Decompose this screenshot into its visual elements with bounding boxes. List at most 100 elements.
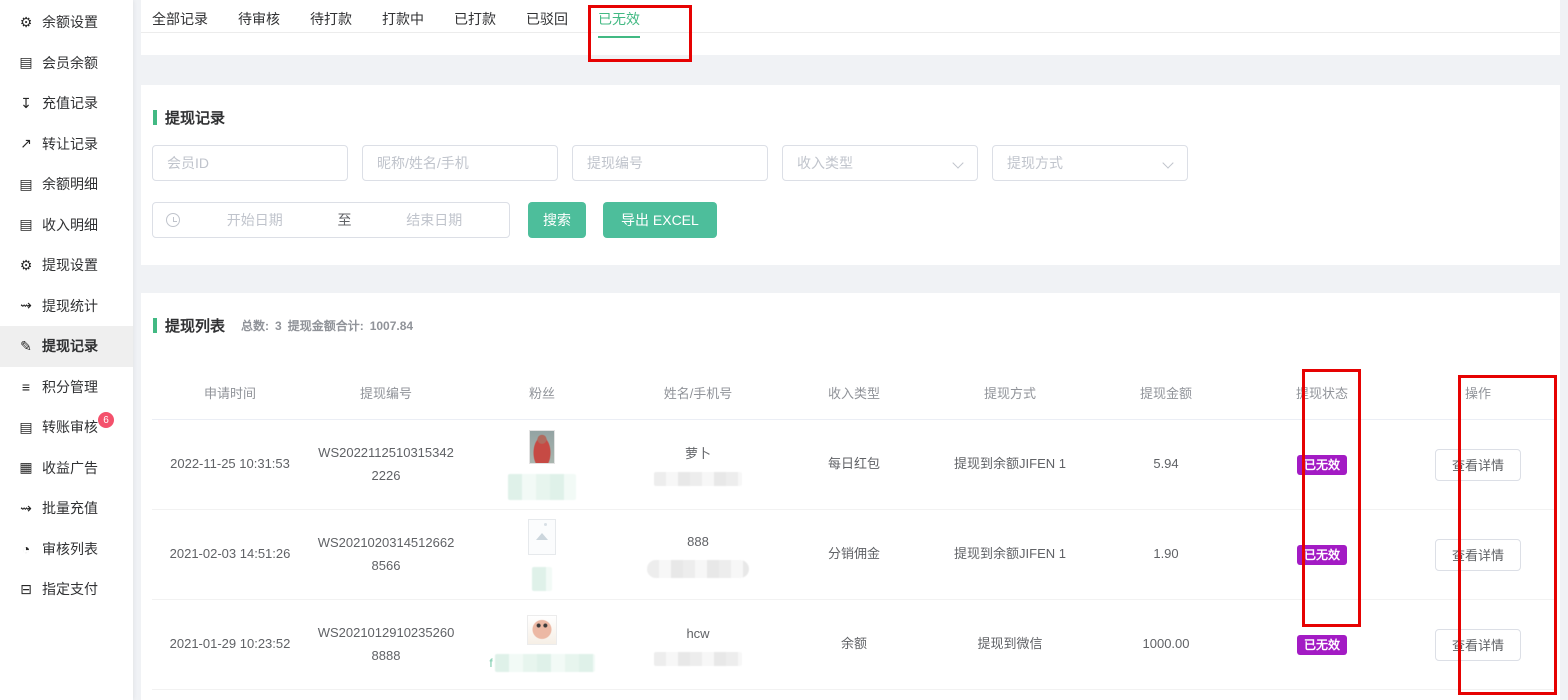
tab-rejected[interactable]: 已驳回 [526, 9, 568, 38]
cell-name-phone: 萝卜 [620, 443, 776, 486]
sidebar-item-transfer-review[interactable]: ▤转账审核6 [0, 407, 133, 448]
image-icon: ▦ [17, 459, 35, 476]
sidebar-item-label: 转让记录 [42, 134, 98, 154]
column-header: 提现金额 [1088, 383, 1244, 402]
column-header: 提现编号 [308, 383, 464, 402]
filter-row: 收入类型 提现方式 [152, 145, 1188, 181]
nickname-prefix: f [489, 653, 492, 673]
withdraw-no-line1: WS2022112510315342 [318, 442, 454, 464]
section-title-text: 提现列表 [165, 315, 225, 336]
cell-name-phone: 888 [620, 531, 776, 578]
chevron-down-icon [952, 157, 963, 168]
document-icon: ▤ [17, 176, 35, 193]
tab-invalid[interactable]: 已无效 [598, 9, 640, 38]
sidebar-item-label: 充值记录 [42, 93, 98, 113]
chart-line-icon: ⇝ [17, 500, 35, 517]
sidebar-item-revenue-ads[interactable]: ▦收益广告 [0, 448, 133, 489]
cell-income-type: 分销佣金 [776, 543, 932, 565]
sidebar-item-designated-payment[interactable]: ⊟指定支付 [0, 569, 133, 610]
sidebar-item-recharge-records[interactable]: ↧充值记录 [0, 83, 133, 124]
external-link-icon: ↗ [17, 135, 35, 152]
chart-line-icon: ⇝ [17, 297, 35, 314]
withdraw-method-select[interactable]: 提现方式 [992, 145, 1188, 181]
document-icon: ▤ [17, 216, 35, 233]
status-badge: 已无效 [1297, 545, 1347, 565]
sidebar-item-review-list[interactable]: ◔审核列表 [0, 529, 133, 570]
sidebar-item-member-balance[interactable]: ▤会员余额 [0, 43, 133, 84]
cell-amount: 1.90 [1088, 543, 1244, 565]
sidebar-item-label: 余额设置 [42, 12, 98, 32]
cell-apply-time: 2021-01-29 10:23:52 [152, 633, 308, 655]
withdraw-method-select-value: 提现方式 [1007, 153, 1063, 173]
section-title-text: 提现记录 [165, 107, 225, 128]
sidebar-item-balance-details[interactable]: ▤余额明细 [0, 164, 133, 205]
table-row: 2021-01-29 10:23:52 WS2021012910235260 8… [152, 600, 1556, 690]
tab-pending-payment[interactable]: 待打款 [310, 9, 352, 38]
withdraw-no-line2: 8888 [372, 645, 401, 667]
cell-method: 提现到微信 [932, 633, 1088, 655]
cell-status: 已无效 [1244, 455, 1400, 475]
cell-withdraw-no: WS2021020314512662 8566 [308, 532, 464, 576]
withdraw-no-line2: 2226 [372, 465, 401, 487]
sidebar-item-withdraw-settings[interactable]: ⚙提现设置 [0, 245, 133, 286]
sidebar-item-withdraw-records[interactable]: ✎提现记录 [0, 326, 133, 367]
cell-withdraw-no: WS2021012910235260 8888 [308, 622, 464, 666]
cell-apply-time: 2021-02-03 14:51:26 [152, 543, 308, 565]
sidebar-item-label: 批量充值 [42, 498, 98, 518]
filter-row-2: 开始日期 至 结束日期 搜索 导出 EXCEL [152, 202, 717, 238]
censored-nickname [532, 567, 552, 591]
mountain-icon [536, 533, 548, 540]
minus-square-icon: ⊟ [17, 581, 35, 598]
sidebar-item-label: 转账审核 [42, 417, 98, 437]
list-summary: 总数: 3 提现金额合计: 1007.84 [241, 317, 413, 334]
censored-nickname [508, 474, 576, 500]
sidebar-item-balance-settings[interactable]: ⚙余额设置 [0, 2, 133, 43]
table-row: 2022-11-25 10:31:53 WS2022112510315342 2… [152, 420, 1556, 510]
censored-nickname [495, 654, 595, 672]
start-date-placeholder: 开始日期 [180, 210, 330, 230]
view-details-button[interactable]: 查看详情 [1435, 629, 1521, 661]
cell-income-type: 每日红包 [776, 453, 932, 475]
search-button[interactable]: 搜索 [528, 202, 586, 238]
coins-icon: ≡ [17, 379, 35, 395]
sidebar-item-batch-recharge[interactable]: ⇝ 批量充值 [0, 488, 133, 529]
total-value: 3 [275, 319, 282, 333]
cell-action: 查看详情 [1400, 539, 1556, 571]
cell-apply-time: 2022-11-25 10:31:53 [152, 453, 308, 475]
table-row: 2021-02-03 14:51:26 WS2021020314512662 8… [152, 510, 1556, 600]
sidebar-item-income-details[interactable]: ▤收入明细 [0, 205, 133, 246]
cell-method: 提现到余额JIFEN 1 [932, 453, 1088, 475]
sidebar: ⚙余额设置▤会员余额↧充值记录↗转让记录▤余额明细▤收入明细⚙提现设置⇝提现统计… [0, 0, 133, 700]
tab-paying[interactable]: 打款中 [382, 9, 424, 38]
nickname-input[interactable] [362, 145, 558, 181]
tab-all-records[interactable]: 全部记录 [152, 9, 208, 38]
cell-amount: 5.94 [1088, 453, 1244, 475]
table-header-row: 申请时间提现编号粉丝姓名/手机号收入类型提现方式提现金额提现状态操作 [152, 365, 1556, 420]
date-range-picker[interactable]: 开始日期 至 结束日期 [152, 202, 510, 238]
sidebar-item-points-management[interactable]: ≡ 积分管理 [0, 367, 133, 408]
withdraw-no-input[interactable] [572, 145, 768, 181]
export-excel-button[interactable]: 导出 EXCEL [603, 202, 717, 238]
tab-paid[interactable]: 已打款 [454, 9, 496, 38]
view-details-button[interactable]: 查看详情 [1435, 539, 1521, 571]
section-accent-bar [153, 318, 157, 333]
withdraw-no-line1: WS2021020314512662 [318, 532, 455, 554]
section-accent-bar [153, 110, 157, 125]
sidebar-item-label: 会员余额 [42, 53, 98, 73]
view-details-button[interactable]: 查看详情 [1435, 449, 1521, 481]
amount-label: 提现金额合计: [288, 317, 364, 334]
sidebar-item-label: 积分管理 [42, 377, 98, 397]
gear-icon: ⚙ [17, 257, 35, 274]
member-id-input[interactable] [152, 145, 348, 181]
document-icon: ▤ [17, 419, 35, 436]
censored-phone [654, 652, 742, 666]
cell-status: 已无效 [1244, 635, 1400, 655]
clock-icon [166, 213, 180, 227]
sidebar-item-withdraw-stats[interactable]: ⇝提现统计 [0, 286, 133, 327]
list-card: 提现列表 总数: 3 提现金额合计: 1007.84 申请时间提现编号粉丝姓名/… [141, 293, 1560, 700]
column-header: 提现方式 [932, 383, 1088, 402]
sidebar-item-transfer-records[interactable]: ↗ 转让记录 [0, 124, 133, 165]
tab-pending-review[interactable]: 待审核 [238, 9, 280, 38]
income-type-select[interactable]: 收入类型 [782, 145, 978, 181]
sidebar-item-label: 提现记录 [42, 336, 98, 356]
